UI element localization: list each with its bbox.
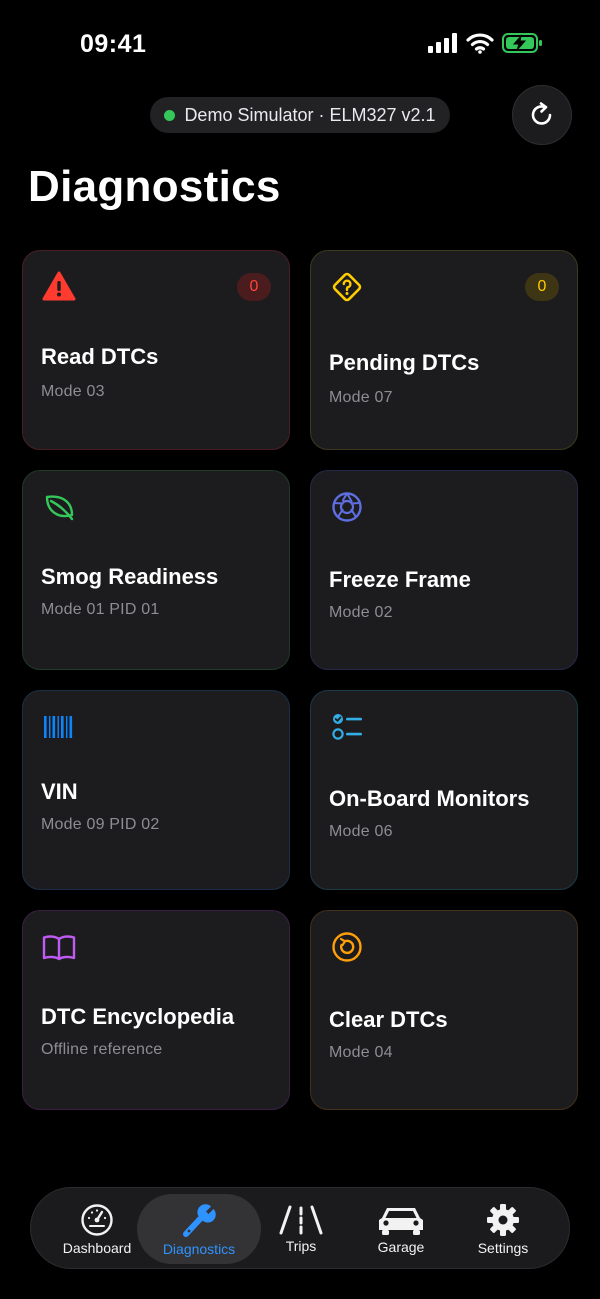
connection-label: Demo Simulator · ELM327 v2.1: [184, 104, 436, 125]
tab-dashboard[interactable]: Dashboard: [45, 1194, 149, 1264]
connection-status-pill[interactable]: Demo Simulator · ELM327 v2.1: [150, 97, 450, 133]
gear-icon: [487, 1203, 519, 1236]
tab-diagnostics[interactable]: Diagnostics: [137, 1194, 261, 1264]
barcode-icon: [44, 716, 73, 738]
refresh-icon: [531, 102, 552, 125]
reset-circle-icon: [332, 932, 362, 962]
card-label: Pending DTCs: [329, 350, 480, 375]
tab-settings[interactable]: Settings: [451, 1194, 555, 1264]
card-label: On-Board Monitors: [329, 786, 530, 811]
checklist-icon: [332, 714, 362, 740]
refresh-button[interactable]: [512, 85, 572, 145]
card-read-dtcs[interactable]: 0 Read DTCs Mode 03: [22, 250, 290, 450]
card-label: Read DTCs: [41, 344, 159, 369]
card-subtitle: Mode 04: [329, 1044, 393, 1061]
tab-label: Dashboard: [62, 1239, 132, 1256]
tab-trips[interactable]: Trips: [251, 1194, 351, 1264]
wifi-icon: [466, 33, 494, 54]
tab-bar: Dashboard Diagnostics Trips Garage Setti…: [30, 1187, 570, 1269]
card-subtitle: Mode 01 PID 01: [41, 601, 160, 618]
card-label: Smog Readiness: [41, 564, 219, 589]
card-label: Clear DTCs: [329, 1007, 448, 1032]
card-smog-readiness[interactable]: Smog Readiness Mode 01 PID 01: [22, 470, 290, 670]
battery-charging-icon: [502, 33, 542, 53]
camera-aperture-icon: [332, 492, 362, 522]
card-label: VIN: [41, 779, 78, 804]
card-vin[interactable]: VIN Mode 09 PID 02: [22, 690, 290, 890]
tab-label: Diagnostics: [162, 1240, 236, 1257]
wrench-icon: [183, 1203, 216, 1237]
tab-garage[interactable]: Garage: [351, 1194, 451, 1264]
tab-label: Trips: [285, 1237, 317, 1254]
car-icon: [379, 1207, 423, 1235]
card-label: DTC Encyclopedia: [41, 1004, 235, 1029]
warning-triangle-icon: [42, 271, 76, 301]
card-subtitle: Mode 09 PID 02: [41, 816, 160, 833]
pending-dtcs-count-badge: 0: [525, 273, 559, 301]
card-dtc-encyclopedia[interactable]: DTC Encyclopedia Offline reference: [22, 910, 290, 1110]
status-time: 09:41: [80, 30, 147, 58]
card-subtitle: Mode 02: [329, 604, 393, 621]
road-icon: [279, 1205, 323, 1234]
card-pending-dtcs[interactable]: 0 Pending DTCs Mode 07: [310, 250, 578, 450]
gauge-icon: [81, 1203, 113, 1236]
book-icon: [42, 935, 76, 961]
card-label: Freeze Frame: [329, 567, 471, 592]
card-onboard-monitors[interactable]: On-Board Monitors Mode 06: [310, 690, 578, 890]
question-diamond-icon: [332, 272, 362, 302]
card-freeze-frame[interactable]: Freeze Frame Mode 02: [310, 470, 578, 670]
leaf-icon: [45, 495, 74, 521]
card-subtitle: Mode 07: [329, 389, 393, 406]
card-subtitle: Offline reference: [41, 1041, 163, 1058]
card-subtitle: Mode 03: [41, 383, 105, 400]
tab-label: Settings: [477, 1239, 529, 1256]
card-subtitle: Mode 06: [329, 823, 393, 840]
read-dtcs-count-badge: 0: [237, 273, 271, 301]
page-title: Diagnostics: [28, 162, 281, 211]
card-clear-dtcs[interactable]: Clear DTCs Mode 04: [310, 910, 578, 1110]
connection-status-dot: [164, 109, 176, 121]
status-icons: [428, 32, 544, 54]
cellular-signal-icon: [428, 33, 457, 53]
tab-label: Garage: [377, 1238, 425, 1255]
